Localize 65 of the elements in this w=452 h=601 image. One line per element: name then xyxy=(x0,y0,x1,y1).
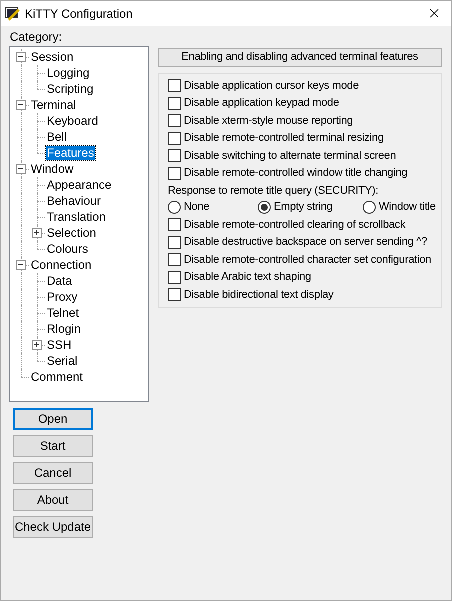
tree-item[interactable]: Telnet xyxy=(46,306,80,320)
tree-item[interactable]: Rlogin xyxy=(46,322,82,336)
collapse-icon[interactable] xyxy=(16,52,27,63)
tree-item[interactable]: Selection xyxy=(46,226,98,240)
collapse-icon[interactable] xyxy=(16,164,27,175)
app-icon xyxy=(5,6,21,22)
checkbox-label: Disable remote-controlled terminal resizing xyxy=(184,131,384,146)
checkbox[interactable] xyxy=(168,96,181,110)
tree-item[interactable]: Data xyxy=(46,274,74,288)
checkbox[interactable] xyxy=(168,149,181,162)
tree-item[interactable]: Scripting xyxy=(46,82,95,96)
checkbox-label: Disable application keypad mode xyxy=(184,96,340,111)
tree-item[interactable]: Session xyxy=(30,50,75,64)
tree-item[interactable]: Comment xyxy=(30,370,84,384)
checkbox-label: Disable application cursor keys mode xyxy=(184,78,359,94)
checkbox[interactable] xyxy=(168,132,181,145)
radio-label: None xyxy=(184,200,210,216)
collapse-icon[interactable] xyxy=(16,100,27,111)
radio-button[interactable] xyxy=(168,201,181,214)
tree-item[interactable]: Behaviour xyxy=(46,194,102,208)
radio-label: Window title xyxy=(379,200,436,216)
tree-item[interactable]: Connection xyxy=(30,258,93,272)
checkbox[interactable] xyxy=(168,288,181,302)
checkbox[interactable] xyxy=(168,218,181,232)
checkbox-label: Disable switching to alternate terminal screen xyxy=(184,148,396,164)
section-label: Response to remote title query (SECURITY): xyxy=(168,184,380,199)
window-title: KiTTY Configuration xyxy=(25,6,133,22)
dialog-button[interactable]: Start xyxy=(13,435,93,457)
tree-item[interactable]: Keyboard xyxy=(46,114,100,128)
dialog-button[interactable]: About xyxy=(13,489,93,511)
checkbox[interactable] xyxy=(168,270,181,284)
dialog-button[interactable]: Cancel xyxy=(13,462,93,484)
tree-item[interactable]: Appearance xyxy=(46,178,113,192)
checkbox[interactable] xyxy=(168,166,181,180)
checkbox-label: Disable remote-controlled clearing of scrollback xyxy=(184,218,406,232)
checkbox-label: Disable remote-controlled character set configuration xyxy=(184,252,432,268)
tree-item[interactable]: SSH xyxy=(46,338,73,352)
tree-item[interactable]: Translation xyxy=(46,210,107,224)
tree-item[interactable]: Serial xyxy=(46,354,79,368)
checkbox[interactable] xyxy=(168,114,181,128)
checkbox-label: Disable destructive backspace on server sending ^? xyxy=(184,235,428,250)
checkbox[interactable] xyxy=(168,236,181,249)
checkbox[interactable] xyxy=(168,253,181,266)
tree-item[interactable]: Bell xyxy=(46,130,68,144)
checkbox-label: Disable remote-controlled window title changing xyxy=(184,166,408,181)
tree-item[interactable]: Terminal xyxy=(30,98,78,112)
category-label: Category: xyxy=(9,30,64,44)
checkbox-label: Disable Arabic text shaping xyxy=(184,270,312,285)
expand-icon[interactable] xyxy=(32,228,43,239)
radio-label: Empty string xyxy=(274,200,333,216)
tree-item[interactable]: Proxy xyxy=(46,290,79,304)
tree-item[interactable]: Features xyxy=(46,146,96,160)
tree-item[interactable]: Logging xyxy=(46,66,91,80)
collapse-icon[interactable] xyxy=(16,260,27,271)
checkbox-label: Disable xterm-style mouse reporting xyxy=(184,114,354,128)
radio-button[interactable] xyxy=(363,201,376,214)
expand-icon[interactable] xyxy=(32,340,43,351)
tree-item[interactable]: Window xyxy=(30,162,75,176)
tree-item[interactable]: Colours xyxy=(46,242,90,256)
checkbox-label: Disable bidirectional text display xyxy=(184,288,334,302)
checkbox[interactable] xyxy=(168,79,181,92)
panel-header: Enabling and disabling advanced terminal features xyxy=(158,48,442,67)
dialog-button[interactable]: Check Update xyxy=(13,516,93,538)
dialog-button[interactable]: Open xyxy=(13,408,93,430)
radio-button[interactable] xyxy=(258,201,271,214)
